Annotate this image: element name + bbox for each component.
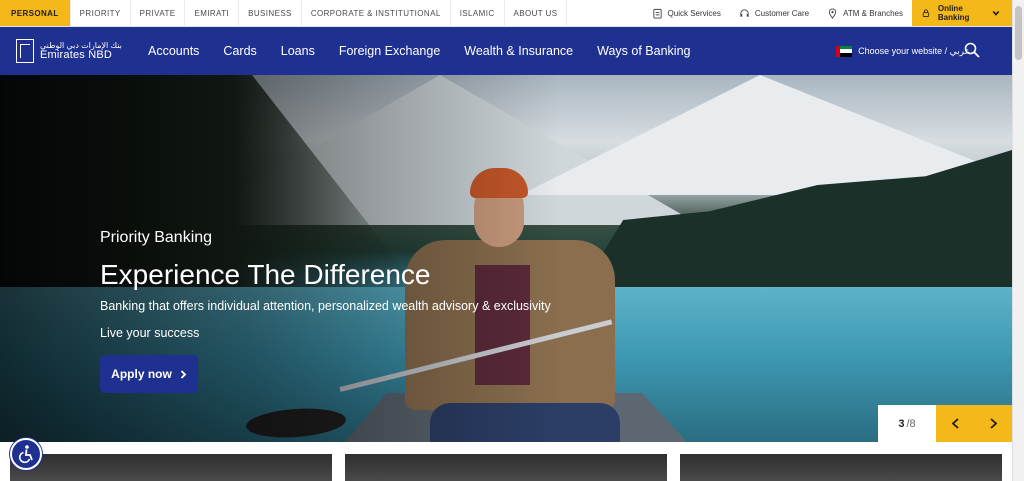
- tab-corporate[interactable]: CORPORATE & INSTITUTIONAL: [302, 0, 451, 26]
- slide-counter: 3 /8: [878, 405, 936, 442]
- accessibility-icon: [19, 445, 33, 464]
- nav-links: Accounts Cards Loans Foreign Exchange We…: [148, 44, 714, 58]
- nav-foreign-exchange[interactable]: Foreign Exchange: [339, 44, 440, 58]
- slide-total: /8: [906, 417, 916, 430]
- chevron-right-icon: [989, 418, 997, 429]
- tab-about-us[interactable]: ABOUT US: [505, 0, 568, 26]
- top-utility-bar: PERSONAL PRIORITY PRIVATE EMIRATI BUSINE…: [0, 0, 1012, 27]
- scrollbar-thumb[interactable]: [1015, 6, 1022, 60]
- nav-loans[interactable]: Loans: [281, 44, 315, 58]
- uae-flag-icon: [836, 45, 853, 57]
- segment-tabs: PERSONAL PRIORITY PRIVATE EMIRATI BUSINE…: [0, 0, 568, 26]
- tab-business[interactable]: BUSINESS: [239, 0, 302, 26]
- hero-eyebrow: Priority Banking: [100, 229, 213, 246]
- hero-headline: Experience The Difference: [100, 259, 431, 290]
- clipboard-icon: [652, 8, 662, 19]
- online-banking-label: Online Banking: [937, 4, 970, 22]
- tab-emirati[interactable]: EMIRATI: [185, 0, 240, 26]
- quick-services-label: Quick Services: [667, 8, 721, 18]
- chevron-left-icon: [951, 418, 959, 429]
- nav-ways-of-banking[interactable]: Ways of Banking: [597, 44, 690, 58]
- page-scrollbar[interactable]: [1012, 0, 1024, 481]
- feature-card-1[interactable]: [10, 454, 332, 481]
- map-pin-icon: [828, 8, 837, 19]
- slider-controls: 3 /8: [878, 405, 1012, 442]
- hero-tagline: Live your success: [100, 326, 200, 340]
- feature-cards: [0, 442, 1012, 481]
- tab-islamic[interactable]: ISLAMIC: [451, 0, 505, 26]
- logo-mark-icon: [16, 39, 34, 63]
- tab-personal[interactable]: PERSONAL: [0, 0, 71, 26]
- quick-services-link[interactable]: Quick Services: [643, 0, 730, 26]
- nav-cards[interactable]: Cards: [223, 44, 256, 58]
- utility-links: Quick Services Customer Care ATM & Branc…: [643, 0, 1012, 26]
- hero-banner: Priority Banking Experience The Differen…: [0, 75, 1012, 442]
- hero-subline: Banking that offers individual attention…: [100, 299, 551, 313]
- apply-now-button[interactable]: Apply now: [100, 355, 198, 393]
- logo-english-name: Emirates NBD: [40, 48, 113, 61]
- logo-wordmark: بنك الإمارات دبي الوطني Emirates NBD: [40, 41, 122, 61]
- slide-current: 3: [898, 417, 905, 430]
- customer-care-label: Customer Care: [754, 8, 810, 18]
- choose-website-selector[interactable]: Choose your website / عربي: [836, 45, 970, 57]
- atm-branches-link[interactable]: ATM & Branches: [818, 0, 912, 26]
- headset-icon: [740, 8, 749, 17]
- nav-accounts[interactable]: Accounts: [148, 44, 199, 58]
- customer-care-link[interactable]: Customer Care: [730, 0, 818, 26]
- main-navigation: بنك الإمارات دبي الوطني Emirates NBD Acc…: [0, 27, 1012, 75]
- lock-icon: [922, 9, 930, 17]
- chevron-right-icon: [180, 369, 187, 379]
- tab-private[interactable]: PRIVATE: [131, 0, 186, 26]
- online-banking-button[interactable]: Online Banking: [912, 0, 1012, 26]
- nav-wealth-insurance[interactable]: Wealth & Insurance: [464, 44, 573, 58]
- apply-now-label: Apply now: [111, 367, 172, 381]
- accessibility-button[interactable]: [10, 438, 42, 470]
- slide-next-button[interactable]: [974, 405, 1012, 442]
- choose-website-label: Choose your website / عربي: [858, 45, 970, 56]
- tab-priority[interactable]: PRIORITY: [71, 0, 131, 26]
- slide-prev-button[interactable]: [936, 405, 974, 442]
- emirates-nbd-logo[interactable]: بنك الإمارات دبي الوطني Emirates NBD: [16, 39, 134, 63]
- search-icon[interactable]: [964, 42, 980, 58]
- chevron-down-icon: [992, 10, 1000, 16]
- atm-branches-label: ATM & Branches: [843, 8, 903, 18]
- feature-card-3[interactable]: [680, 454, 1002, 481]
- feature-card-2[interactable]: [345, 454, 667, 481]
